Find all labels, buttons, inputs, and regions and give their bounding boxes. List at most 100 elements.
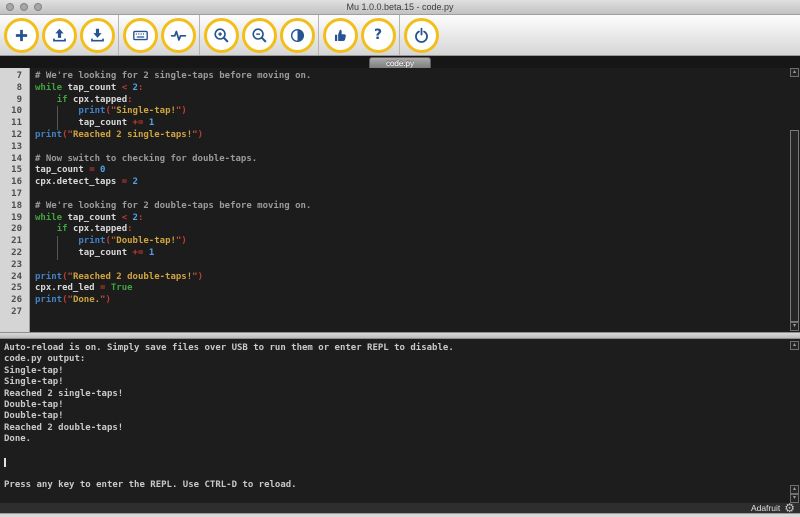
line-number: 10 xyxy=(11,106,22,117)
plus-icon xyxy=(15,29,27,41)
window-close-button[interactable] xyxy=(6,3,14,11)
code-line: cpx.red_led = True xyxy=(35,283,133,294)
splitter[interactable] xyxy=(0,332,800,339)
serial-line: Reached 2 single-taps! xyxy=(4,388,124,399)
code-line: tap_count += 1 xyxy=(35,118,155,129)
line-number: 25 xyxy=(11,283,22,294)
window-bottom-edge xyxy=(0,513,800,517)
line-number: 8 xyxy=(16,82,22,93)
indent-guide xyxy=(56,236,58,260)
text-cursor xyxy=(4,457,6,467)
serial-line xyxy=(4,457,800,468)
line-number: 21 xyxy=(11,236,22,247)
window-minimize-button[interactable] xyxy=(20,3,28,11)
code-line: # We're looking for 2 double-taps before… xyxy=(35,200,312,211)
magnifier-plus-icon xyxy=(213,27,229,43)
toolbar-button-help[interactable]: ? xyxy=(360,17,396,53)
tab-label: code.py xyxy=(385,58,415,68)
indent-guide xyxy=(56,106,58,130)
tabbar: code.py xyxy=(0,56,800,68)
line-number: 27 xyxy=(11,306,22,317)
code-line: print("Double-tap!") xyxy=(78,236,187,247)
line-number: 14 xyxy=(11,153,22,164)
power-icon xyxy=(414,27,428,43)
line-number: 24 xyxy=(11,271,22,282)
tab-code-py[interactable]: code.py xyxy=(369,57,431,68)
code-line: # Now switch to checking for double-taps… xyxy=(35,153,258,164)
serial-line: Double-tap! xyxy=(4,411,64,422)
statusbar: Adafruit ⚙ xyxy=(0,502,800,514)
toolbar-button-save[interactable] xyxy=(79,17,115,53)
thumbs-up-icon xyxy=(334,29,346,41)
line-number: 7 xyxy=(16,71,22,81)
mode-label: Adafruit xyxy=(750,503,781,513)
line-number: 17 xyxy=(11,188,22,199)
scroll-up-button[interactable]: ▴ xyxy=(790,68,799,77)
toolbar-separator xyxy=(118,15,119,55)
toolbar-button-plotter[interactable] xyxy=(160,17,196,53)
line-number-gutter: 7 8 9 10 11 12 13 14 15 16 17 18 19 20 21 22 23 24 25 26 27 xyxy=(0,68,30,332)
serial-line: Press any key to enter the REPL. Use CTR… xyxy=(4,479,297,490)
code-line: while tap_count < 2: xyxy=(35,212,144,223)
code-area[interactable]: # We're looking for 2 single-taps before… xyxy=(30,68,800,332)
line-number: 12 xyxy=(11,129,22,140)
code-line: print("Reached 2 double-taps!") xyxy=(35,271,203,282)
code-line: print("Reached 2 single-taps!") xyxy=(35,129,203,140)
scrollbar-thumb[interactable] xyxy=(790,130,799,322)
download-icon xyxy=(90,28,104,42)
code-editor[interactable]: 7 8 9 10 11 12 13 14 15 16 17 18 19 20 21 22 23 24 25 26 27 … xyxy=(0,68,800,332)
toolbar-button-new[interactable] xyxy=(3,17,39,53)
serial-line: Reached 2 double-taps! xyxy=(4,422,124,433)
toolbar: ? xyxy=(0,15,800,56)
toolbar-button-zoom-in[interactable] xyxy=(203,17,239,53)
serial-line: Double-tap! xyxy=(4,399,64,410)
toolbar-separator xyxy=(199,15,200,55)
pulse-icon xyxy=(170,30,186,41)
code-line: tap_count = 0 xyxy=(35,165,106,176)
code-line: print("Single-tap!") xyxy=(78,106,187,117)
toolbar-button-zoom-out[interactable] xyxy=(241,17,277,53)
question-icon: ? xyxy=(373,26,383,43)
line-number: 23 xyxy=(11,259,22,270)
line-number: 16 xyxy=(11,177,22,188)
window-title: Mu 1.0.0.beta.15 - code.py xyxy=(346,2,454,12)
toolbar-button-quit[interactable] xyxy=(403,17,439,53)
line-number: 26 xyxy=(11,295,22,306)
code-line: if cpx.tapped: xyxy=(56,224,133,235)
serial-scroll-up-button[interactable]: ▴ xyxy=(790,341,799,350)
serial-line: Auto-reload is on. Simply save files ove… xyxy=(4,343,454,353)
line-number: 22 xyxy=(11,247,22,258)
code-line: # We're looking for 2 single-taps before… xyxy=(35,71,312,81)
code-line: while tap_count < 2: xyxy=(35,82,144,93)
code-line: if cpx.tapped: xyxy=(56,94,133,105)
line-number: 13 xyxy=(11,141,22,152)
gear-icon[interactable]: ⚙ xyxy=(784,502,795,514)
line-number: 15 xyxy=(11,165,22,176)
serial-scroll-up2-button[interactable]: ▴ xyxy=(790,485,799,494)
serial-panel[interactable]: Auto-reload is on. Simply save files ove… xyxy=(0,339,800,503)
toolbar-button-theme[interactable] xyxy=(279,17,315,53)
window-controls xyxy=(6,3,42,11)
toolbar-button-serial[interactable] xyxy=(122,17,158,53)
line-number: 19 xyxy=(11,212,22,223)
code-line: cpx.detect_taps = 2 xyxy=(35,177,138,188)
serial-line: Single-tap! xyxy=(4,377,64,388)
serial-line xyxy=(4,446,800,457)
toolbar-separator xyxy=(399,15,400,55)
toolbar-button-load[interactable] xyxy=(41,17,77,53)
window-zoom-button[interactable] xyxy=(34,3,42,11)
serial-line xyxy=(4,468,800,479)
scroll-down-button[interactable]: ▾ xyxy=(790,322,799,331)
line-number: 20 xyxy=(11,224,22,235)
code-line: print("Done.") xyxy=(35,295,111,306)
toolbar-separator xyxy=(318,15,319,55)
toolbar-button-check[interactable] xyxy=(322,17,358,53)
serial-line: code.py output: xyxy=(4,354,86,365)
line-number: 11 xyxy=(11,118,22,129)
line-number: 9 xyxy=(16,94,22,105)
keyboard-icon xyxy=(132,30,148,40)
serial-line: Done. xyxy=(4,434,32,445)
